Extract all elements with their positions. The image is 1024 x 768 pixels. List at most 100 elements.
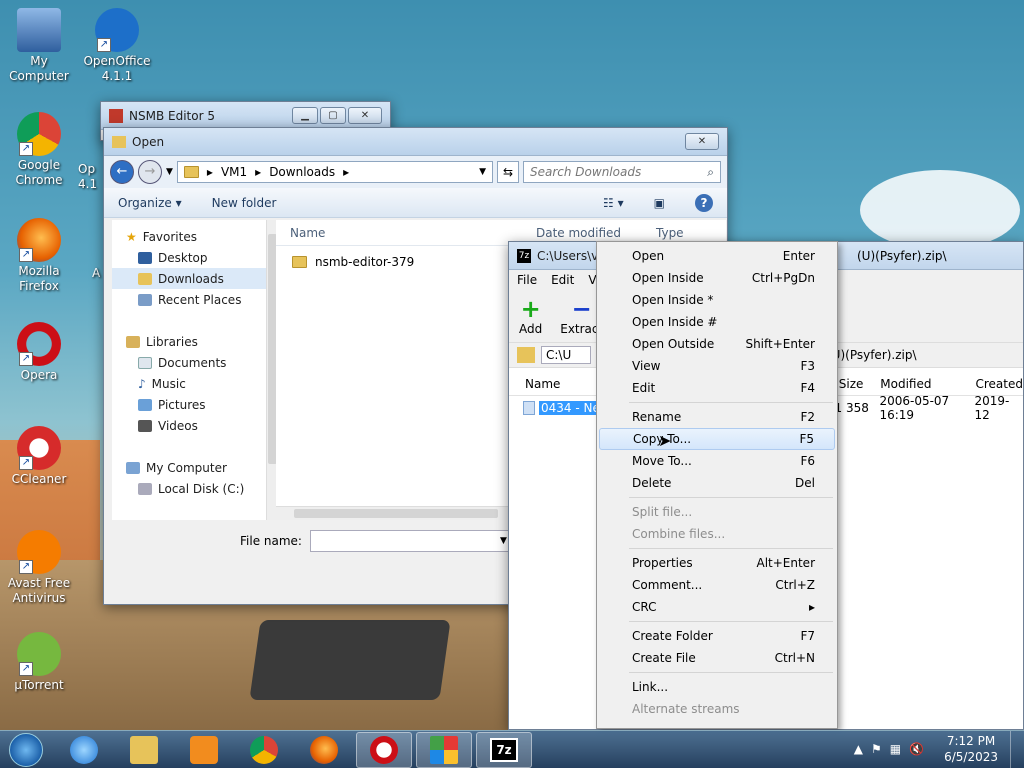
network-icon[interactable]: ▦ — [890, 742, 901, 756]
menu-item-open-inside-hash[interactable]: Open Inside # — [599, 311, 835, 333]
desktop-icon-openoffice-partial[interactable]: Op 4.1 — [78, 162, 98, 192]
menu-item-rename[interactable]: Rename F2 — [599, 406, 835, 428]
path-input-suffix: (U)(Psyfer).zip\ — [827, 348, 917, 362]
nav-libraries[interactable]: Libraries — [112, 331, 270, 352]
taskbar-ie[interactable] — [56, 732, 112, 768]
taskbar-firefox[interactable] — [296, 732, 352, 768]
help-icon[interactable]: ? — [695, 193, 713, 212]
avast-icon: ↗ — [17, 530, 61, 574]
new-folder-button[interactable]: New folder — [212, 196, 277, 210]
breadcrumb-separator-icon[interactable]: ▸ — [343, 165, 349, 179]
path-input[interactable]: C:\U — [541, 346, 591, 364]
desktop-icon-utorrent[interactable]: ↗ µTorrent — [0, 632, 78, 693]
taskbar-opera[interactable] — [356, 731, 412, 768]
menu-item-copy-to[interactable]: Copy To... F5 ➤ — [599, 428, 835, 450]
menu-item-open-inside-star[interactable]: Open Inside * — [599, 289, 835, 311]
menu-item-crc[interactable]: CRC ▸ — [599, 596, 835, 618]
breadcrumb-item[interactable]: Downloads — [269, 165, 335, 179]
nav-label: Libraries — [146, 334, 198, 349]
desktop-icon-openoffice[interactable]: ↗ OpenOffice 4.1.1 — [78, 8, 156, 84]
taskbar-explorer[interactable] — [116, 732, 172, 768]
address-bar[interactable]: ▸ VM1 ▸ Downloads ▸ ▼ — [176, 161, 493, 183]
mouse-cursor-icon: ➤ — [658, 431, 672, 450]
menu-edit[interactable]: Edit — [551, 273, 574, 287]
menu-item-edit[interactable]: Edit F4 — [599, 377, 835, 399]
nav-music[interactable]: ♪ Music — [112, 373, 270, 394]
desktop-icon-avast[interactable]: ↗ Avast Free Antivirus — [0, 530, 78, 606]
nav-pictures[interactable]: Pictures — [112, 394, 270, 415]
menu-item-view[interactable]: View F3 — [599, 355, 835, 377]
menu-file[interactable]: File — [517, 273, 537, 287]
nav-favorites[interactable]: ★ Favorites — [112, 226, 270, 247]
close-button[interactable]: ✕ — [685, 133, 719, 150]
maximize-button[interactable]: ▢ — [320, 107, 346, 124]
menu-item-delete[interactable]: Delete Del — [599, 472, 835, 494]
action-center-flag-icon[interactable]: ⚑ — [871, 742, 882, 756]
show-hidden-icons-icon[interactable]: ▲ — [854, 742, 863, 756]
organize-button[interactable]: Organize ▾ — [118, 196, 182, 210]
folder-icon — [130, 735, 158, 764]
column-type[interactable]: Type — [656, 226, 684, 240]
dropdown-arrow-icon[interactable]: ▼ — [500, 536, 507, 546]
taskbar-nsmb-editor[interactable] — [416, 731, 472, 768]
menu-item-open[interactable]: Open Enter — [599, 245, 835, 267]
column-modified[interactable]: Modified — [874, 377, 971, 391]
menu-item-comment[interactable]: Comment... Ctrl+Z — [599, 574, 835, 596]
menu-item-create-folder[interactable]: Create Folder F7 — [599, 625, 835, 647]
nav-downloads[interactable]: Downloads — [112, 268, 270, 289]
taskbar-media-player[interactable] — [176, 732, 232, 768]
up-folder-icon[interactable] — [517, 347, 535, 363]
nav-documents[interactable]: Documents — [112, 352, 270, 373]
nav-my-computer[interactable]: My Computer — [112, 457, 270, 478]
recent-pages-dropdown-icon[interactable]: ▼ — [166, 167, 173, 177]
menu-item-move-to[interactable]: Move To... F6 — [599, 450, 835, 472]
nav-desktop[interactable]: Desktop — [112, 247, 270, 268]
menu-item-open-inside[interactable]: Open Inside Ctrl+PgDn — [599, 267, 835, 289]
file-name: nsmb-editor-379 — [315, 255, 415, 269]
taskbar-7zip[interactable]: 7z — [476, 731, 532, 768]
minimize-button[interactable]: ▁ — [292, 107, 318, 124]
menu-item-properties[interactable]: Properties Alt+Enter — [599, 552, 835, 574]
command-bar: Organize ▾ New folder ☷ ▾ ▣ ? — [104, 188, 727, 218]
add-button[interactable]: + Add — [519, 296, 542, 336]
breadcrumb-item[interactable]: VM1 — [221, 165, 247, 179]
forward-button[interactable]: → — [138, 160, 162, 184]
taskbar-chrome[interactable] — [236, 732, 292, 768]
nav-label: Documents — [158, 355, 227, 370]
desktop-icon-firefox[interactable]: ↗ Mozilla Firefox — [0, 218, 78, 294]
desktop-icon-ccleaner[interactable]: ↗ CCleaner — [0, 426, 78, 487]
start-button[interactable] — [0, 732, 52, 768]
nsmb-titlebar[interactable]: NSMB Editor 5 ▁ ▢ ✕ — [101, 102, 390, 130]
desktop-icon-my-computer[interactable]: My Computer — [0, 8, 78, 84]
address-dropdown-icon[interactable]: ▼ — [479, 167, 486, 177]
desktop-icon-opera[interactable]: ↗ Opera — [0, 322, 78, 383]
shortcut-arrow-icon: ↗ — [19, 248, 33, 262]
nav-recent-places[interactable]: Recent Places — [112, 289, 270, 310]
view-options-icon[interactable]: ☷ ▾ — [603, 196, 624, 210]
menu-item-open-outside[interactable]: Open Outside Shift+Enter — [599, 333, 835, 355]
taskbar-clock[interactable]: 7:12 PM 6/5/2023 — [944, 733, 998, 765]
nav-videos[interactable]: Videos — [112, 415, 270, 436]
desktop-icon-chrome[interactable]: ↗ Google Chrome — [0, 112, 78, 188]
volume-muted-icon[interactable]: 🔇 — [909, 742, 924, 756]
refresh-button[interactable]: ⇆ — [497, 161, 519, 183]
column-date-modified[interactable]: Date modified — [536, 226, 656, 240]
search-input[interactable]: Search Downloads ⌕ — [523, 161, 721, 183]
column-name[interactable]: Name — [276, 226, 536, 240]
nav-label: Desktop — [158, 250, 208, 265]
menu-item-create-file[interactable]: Create File Ctrl+N — [599, 647, 835, 669]
close-button[interactable]: ✕ — [348, 107, 382, 124]
back-button[interactable]: ← — [110, 160, 134, 184]
menu-item-split-file: Split file... — [632, 505, 693, 519]
nav-local-disk[interactable]: Local Disk (C:) — [112, 478, 270, 499]
scrollbar-thumb[interactable] — [294, 509, 498, 518]
open-dialog-titlebar[interactable]: Open ✕ — [104, 128, 727, 156]
breadcrumb-separator-icon[interactable]: ▸ — [255, 165, 261, 179]
file-name-input[interactable]: ▼ — [309, 530, 512, 552]
column-created[interactable]: Created — [971, 377, 1023, 391]
menu-item-link[interactable]: Link... — [599, 676, 835, 698]
preview-pane-icon[interactable]: ▣ — [654, 196, 665, 210]
horizontal-scrollbar[interactable] — [276, 506, 516, 520]
breadcrumb-separator-icon[interactable]: ▸ — [207, 165, 213, 179]
show-desktop-button[interactable] — [1010, 731, 1024, 768]
